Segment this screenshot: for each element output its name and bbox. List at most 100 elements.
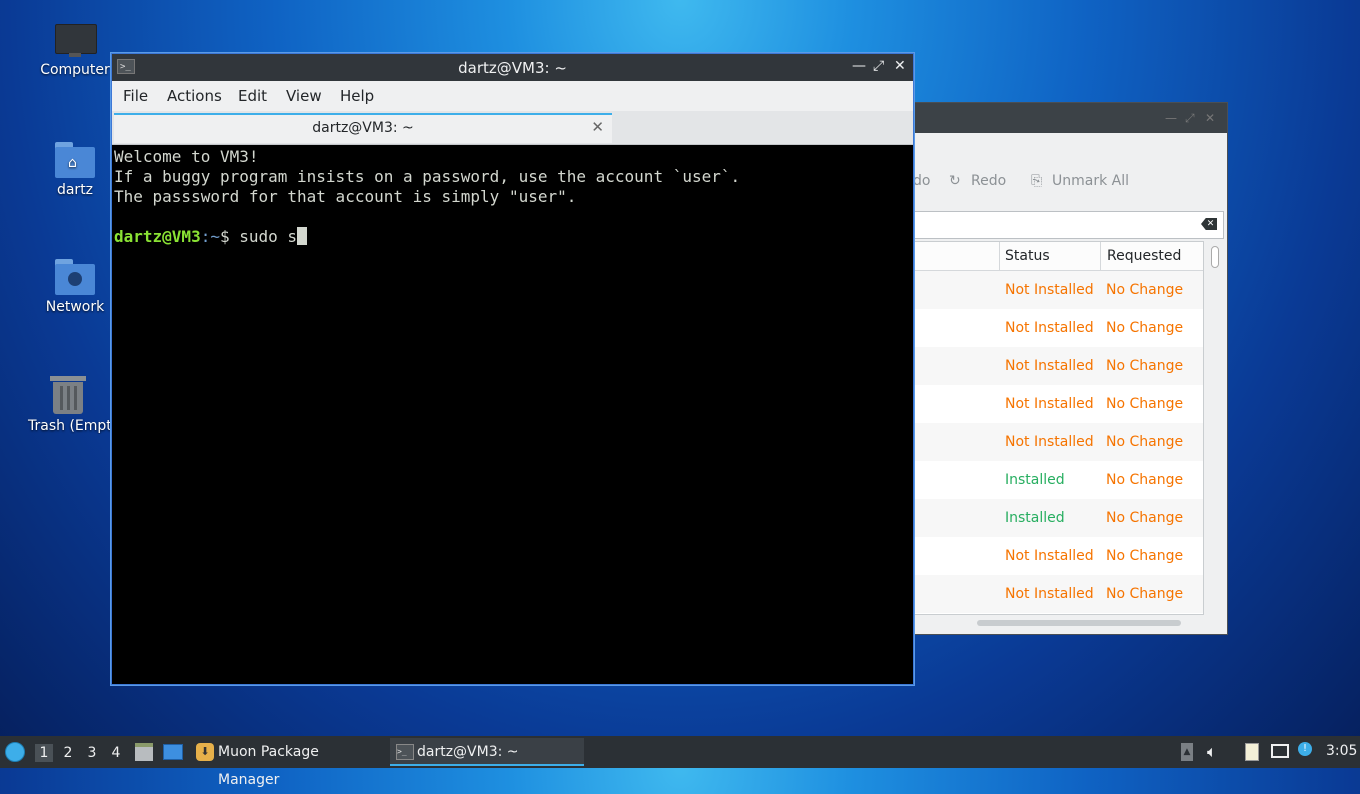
tab-title: dartz@VM3: ~ [312, 120, 414, 136]
unmark-all-button[interactable]: Unmark All [1052, 173, 1129, 189]
menu-view[interactable]: View [286, 87, 322, 105]
terminal-titlebar[interactable]: >_ dartz@VM3: ~ — ⤢ ✕ [112, 54, 913, 81]
terminal-tabbar: dartz@VM3: ~ ✕ [112, 111, 913, 145]
menu-file[interactable]: File [123, 87, 148, 105]
row-requested: No Change [1106, 320, 1184, 336]
table-row[interactable]: Installed No Change [913, 499, 1203, 537]
menu-edit[interactable]: Edit [238, 87, 267, 105]
row-status: Installed [1005, 510, 1065, 526]
terminal-line: Welcome to VM3! [114, 147, 259, 166]
show-desktop-icon[interactable] [163, 744, 183, 760]
prompt-path: :~ [200, 227, 220, 246]
muon-app-icon: ⬇ [196, 743, 214, 761]
row-status: Not Installed [1005, 434, 1094, 450]
desktop-icon-network[interactable]: Network [30, 259, 120, 315]
table-vertical-scrollbar[interactable] [1211, 246, 1219, 268]
table-row[interactable]: Not Installed No Change [913, 423, 1203, 461]
desktop-icon-label: dartz [56, 182, 94, 198]
table-row[interactable]: Not Installed No Change [913, 575, 1203, 613]
row-status: Not Installed [1005, 396, 1094, 412]
row-status: Not Installed [1005, 586, 1094, 602]
row-requested: No Change [1106, 472, 1184, 488]
window-title: dartz@VM3: ~ [458, 59, 567, 77]
table-row[interactable]: Installed No Change [913, 461, 1203, 499]
column-status[interactable]: Status [1005, 248, 1050, 264]
desktop-icon-home-folder[interactable]: ⌂ dartz [30, 142, 120, 198]
close-icon[interactable]: ✕ [894, 58, 906, 74]
package-search-input[interactable]: ✕ [913, 211, 1224, 239]
desktop-icon-label: Network [45, 299, 105, 315]
row-requested: No Change [1106, 396, 1184, 412]
terminal-line: The passsword for that account is simply… [114, 187, 577, 206]
table-row[interactable]: Not Installed No Change [913, 271, 1203, 309]
table-horizontal-scrollbar[interactable] [977, 620, 1181, 626]
muon-toolbar: do ↻ Redo ⎘ Unmark All [913, 173, 1227, 197]
row-requested: No Change [1106, 358, 1184, 374]
desktop-icon-label: Computer [40, 62, 110, 78]
clipboard-icon[interactable] [1245, 743, 1259, 761]
minimize-icon[interactable]: — [852, 58, 866, 74]
table-row[interactable]: Not Installed No Change [913, 309, 1203, 347]
table-row[interactable]: Not Installed No Change [913, 347, 1203, 385]
redo-button[interactable]: Redo [971, 173, 1006, 189]
redo-icon: ↻ [949, 173, 961, 189]
workspace-2[interactable]: 2 [59, 744, 77, 762]
desktop-icon-trash[interactable]: Trash (Empty) [22, 374, 114, 434]
workspace-3[interactable]: 3 [83, 744, 101, 762]
file-manager-launcher-icon[interactable] [135, 743, 153, 761]
workspace-4[interactable]: 4 [107, 744, 125, 762]
row-status: Not Installed [1005, 548, 1094, 564]
tray-expand-icon[interactable]: ▲ [1181, 743, 1193, 761]
table-row[interactable]: Not Installed No Change [913, 537, 1203, 575]
column-requested[interactable]: Requested [1107, 248, 1181, 264]
network-status-icon[interactable] [1271, 744, 1289, 758]
muon-package-manager-window[interactable]: — ⤢ ✕ do ↻ Redo ⎘ Unmark All ✕ Status Re… [912, 102, 1228, 635]
menu-help[interactable]: Help [340, 87, 374, 105]
row-requested: No Change [1106, 434, 1184, 450]
menu-actions[interactable]: Actions [167, 87, 222, 105]
terminal-line: If a buggy program insists on a password… [114, 167, 741, 186]
table-row[interactable]: Not Installed No Change [913, 385, 1203, 423]
network-folder-icon [55, 259, 95, 295]
update-notification-icon[interactable]: ! [1298, 742, 1312, 756]
row-requested: No Change [1106, 510, 1184, 526]
row-requested: No Change [1106, 548, 1184, 564]
start-menu-icon[interactable] [5, 742, 25, 762]
package-table: Status Requested Not Installed No Change N… [913, 241, 1204, 615]
clear-search-icon[interactable]: ✕ [1201, 218, 1217, 230]
command-input: sudo s [239, 227, 298, 246]
prompt-symbol: $ [219, 227, 240, 246]
maximize-icon[interactable]: ⤢ [1185, 111, 1195, 126]
row-requested: No Change [1106, 282, 1184, 298]
row-status: Not Installed [1005, 282, 1094, 298]
terminal-window[interactable]: >_ dartz@VM3: ~ — ⤢ ✕ File Actions Edit … [111, 53, 914, 685]
task-muon-package-manager[interactable]: ⬇ Muon Package Manager [192, 738, 384, 788]
terminal-tab[interactable]: dartz@VM3: ~ ✕ [114, 113, 612, 143]
minimize-icon[interactable]: — [1165, 111, 1177, 125]
prompt-user: dartz@VM3 [114, 227, 201, 246]
row-status: Not Installed [1005, 320, 1094, 336]
close-tab-icon[interactable]: ✕ [591, 118, 604, 136]
undo-button[interactable]: do [913, 173, 930, 189]
table-header: Status Requested [913, 242, 1203, 271]
maximize-icon[interactable]: ⤢ [873, 58, 884, 74]
volume-icon[interactable]: 🔈︎ [1207, 742, 1217, 762]
trash-icon [50, 374, 86, 414]
task-terminal[interactable]: >_ dartz@VM3: ~ [390, 738, 584, 766]
workspace-1[interactable]: 1 [35, 744, 53, 762]
task-label: dartz@VM3: ~ [417, 744, 519, 760]
terminal-menubar: File Actions Edit View Help [112, 81, 913, 111]
terminal-screen[interactable]: Welcome to VM3! If a buggy program insist… [114, 146, 913, 684]
taskbar: 1 2 3 4 ⬇ Muon Package Manager >_ dartz@… [0, 736, 1360, 788]
muon-titlebar[interactable]: — ⤢ ✕ [913, 103, 1227, 133]
task-label: Muon Package Manager [218, 744, 319, 788]
terminal-app-icon: >_ [396, 744, 414, 760]
terminal-prompt-line: dartz@VM3:~$ sudo s [114, 227, 913, 247]
row-status: Not Installed [1005, 358, 1094, 374]
text-cursor [297, 227, 308, 245]
desktop-icon-computer[interactable]: Computer [30, 24, 120, 78]
clock[interactable]: 3:05 [1326, 743, 1357, 759]
row-status: Installed [1005, 472, 1065, 488]
close-icon[interactable]: ✕ [1205, 111, 1215, 125]
